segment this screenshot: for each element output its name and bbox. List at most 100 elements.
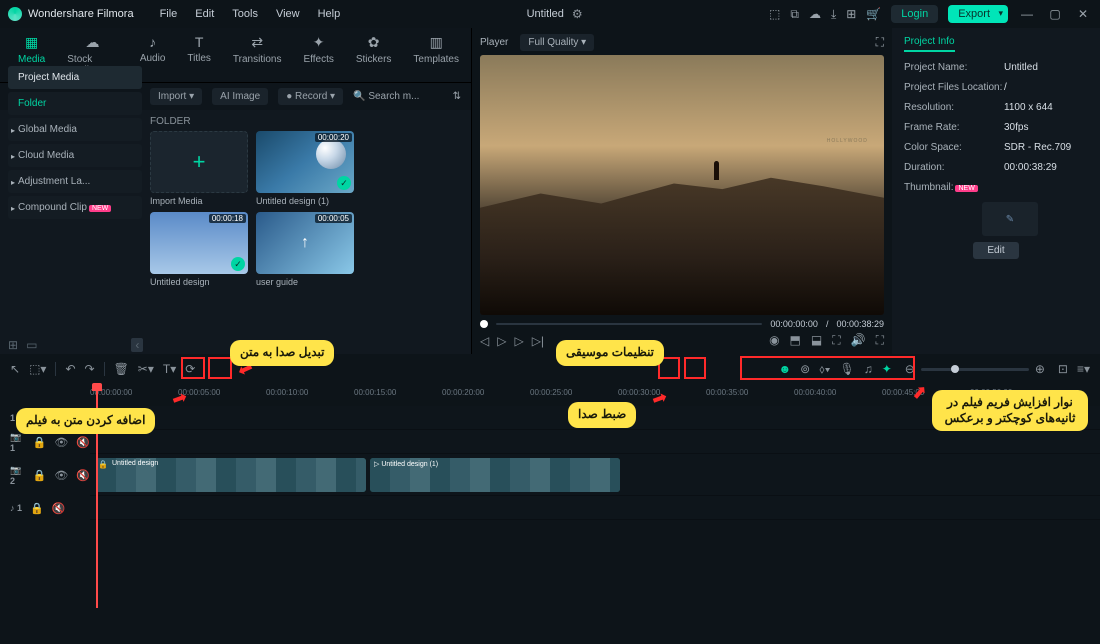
menu-edit[interactable]: Edit: [195, 8, 214, 20]
fullscreen-icon[interactable]: ⛶: [876, 333, 884, 348]
cut-icon[interactable]: ✂▾: [138, 362, 154, 376]
expand-icon[interactable]: ⛶: [876, 35, 884, 50]
sidebar-folder[interactable]: Folder: [8, 92, 142, 115]
menu-tools[interactable]: Tools: [232, 8, 258, 20]
record-button[interactable]: ● Record ▾: [278, 88, 343, 105]
redo-icon[interactable]: ↷: [85, 362, 95, 376]
sidebar-compound-clip[interactable]: ▸Compound ClipNEW: [8, 196, 142, 219]
sidebar-global-media[interactable]: ▸Global Media: [8, 118, 142, 141]
maximize-button[interactable]: ▢: [1046, 7, 1064, 21]
marker-icon[interactable]: ⬨▾: [819, 362, 830, 377]
grid-icon[interactable]: ⊞: [846, 7, 856, 21]
zoom-out-icon[interactable]: ⊖: [905, 362, 915, 376]
chevron-icon: ▸: [11, 126, 15, 135]
project-info-panel: Project Info Project Name:Untitled Proje…: [892, 28, 1100, 354]
mark-in-icon[interactable]: ⬒: [790, 333, 801, 348]
download-icon[interactable]: ⤓: [831, 7, 836, 22]
zoom-track[interactable]: [921, 368, 1029, 371]
render-icon[interactable]: ✦: [882, 362, 892, 376]
eye-icon[interactable]: 👁: [54, 469, 68, 482]
cart-icon[interactable]: 🛒: [866, 7, 881, 21]
import-media-thumb[interactable]: + Import Media: [150, 131, 248, 206]
menu-help[interactable]: Help: [318, 8, 341, 20]
menu-view[interactable]: View: [276, 8, 300, 20]
volume-icon[interactable]: 🔊: [851, 333, 866, 348]
pointer-tool-icon[interactable]: ↖: [10, 362, 20, 376]
select-tool-icon[interactable]: ⬚▾: [29, 362, 46, 376]
main-menu: File Edit Tools View Help: [160, 8, 341, 20]
scrub-handle[interactable]: [480, 320, 488, 328]
thumbnail-slot[interactable]: ✎: [982, 202, 1038, 236]
collapse-icon[interactable]: ‹: [131, 338, 143, 352]
scrub-track[interactable]: [496, 323, 762, 325]
media-thumb-2[interactable]: 00:00:18✓ Untitled design: [150, 212, 248, 287]
tab-transitions[interactable]: ⇄Transitions: [233, 34, 282, 76]
close-button[interactable]: ✕: [1074, 7, 1092, 21]
eye-icon[interactable]: 👁: [54, 436, 68, 449]
new-folder-icon[interactable]: ⊞: [8, 338, 18, 352]
sidebar-label: Adjustment La...: [18, 176, 90, 187]
camera-icon[interactable]: ◉: [769, 333, 779, 348]
music-settings-icon[interactable]: ♫: [864, 362, 873, 376]
sidebar-adjustment-layer[interactable]: ▸Adjustment La...: [8, 170, 142, 193]
preview-viewport[interactable]: HOLLYWOOD: [480, 55, 884, 315]
edit-button[interactable]: Edit: [973, 242, 1019, 259]
clip-1[interactable]: 🔒Untitled design: [96, 458, 366, 492]
media-thumb-1[interactable]: 00:00:20✓ Untitled design (1): [256, 131, 354, 206]
next-frame-icon[interactable]: ▷|: [532, 334, 544, 348]
play-icon[interactable]: ▷: [514, 334, 523, 348]
sidebar-project-media[interactable]: Project Media: [8, 66, 142, 89]
login-button[interactable]: Login: [891, 5, 938, 23]
menu-file[interactable]: File: [160, 8, 178, 20]
tab-templates[interactable]: ▥Templates: [413, 34, 459, 76]
thumbnails-row: 00:00:18✓ Untitled design ↑00:00:05 user…: [150, 212, 463, 287]
mute-icon[interactable]: 🔇: [76, 469, 90, 482]
zoom-in-icon[interactable]: ⊕: [1035, 362, 1045, 376]
mic-icon[interactable]: 🎙: [839, 362, 854, 376]
preview-scrubber[interactable]: 00:00:00:00 / 00:00:38:29: [480, 319, 884, 329]
speech-to-text-icon[interactable]: ⟳: [185, 362, 195, 376]
mixer-icon[interactable]: ⊚: [800, 362, 810, 376]
tab-audio[interactable]: ♪Audio: [140, 34, 166, 76]
quality-dropdown[interactable]: Full Quality ▾: [520, 34, 594, 51]
track-name: ♪ 1: [10, 503, 22, 513]
import-button[interactable]: Import ▾: [150, 88, 202, 105]
tab-stickers[interactable]: ✿Stickers: [356, 34, 392, 76]
filter-icon[interactable]: ⇅: [453, 91, 461, 102]
cloud-icon[interactable]: ☁: [809, 7, 821, 21]
folder-icon[interactable]: ▭: [26, 338, 37, 352]
project-info-tab[interactable]: Project Info: [904, 36, 955, 52]
export-button[interactable]: Export: [948, 5, 1008, 23]
fit-icon[interactable]: ⊡: [1058, 362, 1068, 376]
zoom-slider[interactable]: ⊖ ⊕: [901, 360, 1049, 378]
ai-image-button[interactable]: AI Image: [212, 88, 268, 105]
copy-icon[interactable]: ⧉: [790, 7, 799, 22]
crop-icon[interactable]: ⛶: [832, 333, 840, 348]
zoom-knob[interactable]: [951, 365, 959, 373]
device-icon[interactable]: ⬚: [769, 7, 780, 21]
ruler-tick: 00:00:20:00: [442, 388, 484, 397]
clip-2[interactable]: ▷ Untitled design (1): [370, 458, 620, 492]
mute-icon[interactable]: 🔇: [52, 502, 66, 515]
tab-titles[interactable]: TTitles: [187, 34, 211, 76]
mute-icon[interactable]: 🔇: [76, 436, 90, 449]
sidebar-cloud-media[interactable]: ▸Cloud Media: [8, 144, 142, 167]
ai-icon[interactable]: ☻: [779, 362, 792, 376]
tab-effects[interactable]: ✦Effects: [303, 34, 333, 76]
delete-icon[interactable]: 🗑: [114, 362, 129, 376]
lock-icon[interactable]: 🔒: [33, 436, 47, 449]
sidebar-label: Global Media: [18, 124, 77, 135]
track-body[interactable]: 🔒Untitled design ▷ Untitled design (1): [90, 454, 1100, 496]
prev-frame-icon[interactable]: ◁: [480, 334, 489, 348]
mark-out-icon[interactable]: ⬓: [811, 333, 822, 348]
search-input[interactable]: 🔍 Search m...: [353, 91, 419, 102]
media-thumb-3[interactable]: ↑00:00:05 user guide: [256, 212, 354, 287]
settings-icon[interactable]: ⚙: [572, 7, 583, 21]
minimize-button[interactable]: —: [1018, 7, 1036, 21]
stop-icon[interactable]: ▷: [497, 334, 506, 348]
undo-icon[interactable]: ↶: [65, 362, 75, 376]
list-icon[interactable]: ≡▾: [1077, 362, 1090, 376]
lock-icon[interactable]: 🔒: [33, 469, 47, 482]
text-tool-icon[interactable]: T▾: [163, 362, 176, 376]
lock-icon[interactable]: 🔒: [30, 502, 44, 515]
